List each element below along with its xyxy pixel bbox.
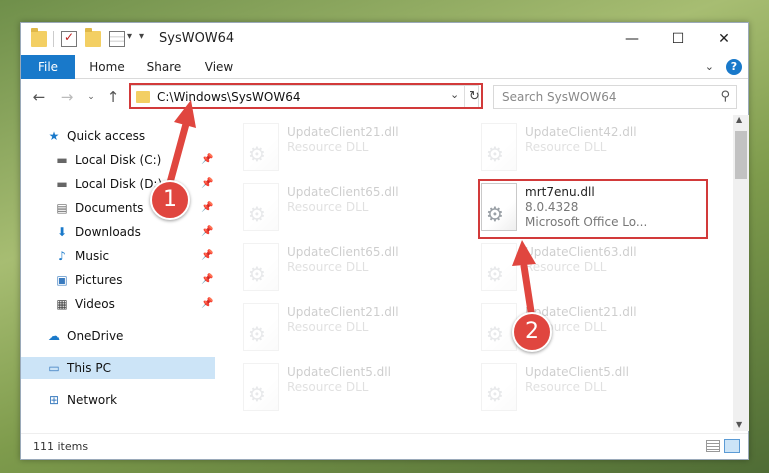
- step-callout-2: 2: [512, 312, 552, 352]
- annotation-arrows: [164, 100, 536, 322]
- step-callout-1: 1: [150, 180, 190, 220]
- arrow-1: [164, 100, 196, 194]
- arrow-2: [512, 240, 536, 322]
